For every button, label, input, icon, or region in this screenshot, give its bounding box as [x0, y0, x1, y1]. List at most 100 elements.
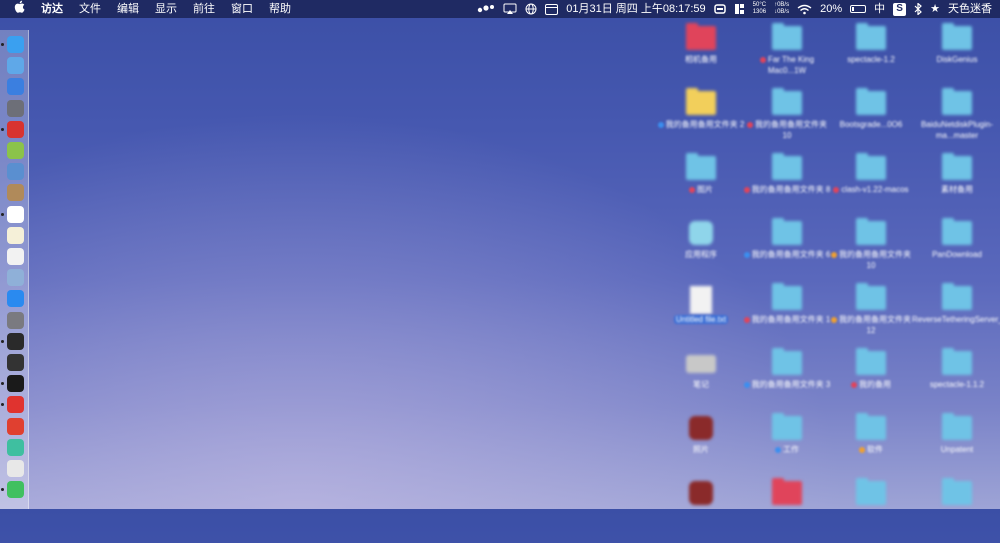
desktop-item[interactable]: 我的备用备用文件夹 10 [826, 218, 916, 283]
netease-music-icon[interactable] [7, 120, 24, 138]
star-icon[interactable]: ★ [930, 0, 940, 18]
user-name[interactable]: 天色迷香 [948, 0, 992, 18]
calendar-icon[interactable] [7, 205, 24, 223]
menu-edit[interactable]: 编辑 [117, 0, 139, 18]
desktop-item[interactable]: 软件 [826, 413, 916, 478]
desktop-item-text: 我的备用 [859, 380, 891, 389]
network-speed[interactable]: ↑0B/s ↓0B/s [774, 2, 789, 16]
running-indicator [1, 488, 4, 492]
folder-icon [686, 23, 716, 50]
desktop-item-text: spectacle-1.2 [847, 55, 895, 64]
menubar-app-icon[interactable] [734, 3, 745, 15]
apple-menu-icon[interactable] [14, 0, 25, 18]
preview-icon[interactable] [7, 163, 24, 181]
netease-cloud-icon[interactable] [7, 417, 24, 435]
desktop-item[interactable]: ReverseTetheringServer_1.2.0 [912, 283, 1000, 348]
compass-icon[interactable] [7, 78, 24, 96]
desktop-item[interactable]: 笔记 [656, 351, 746, 413]
desktop-item[interactable]: 工作 [742, 413, 832, 478]
desktop-item[interactable]: 我的备用备用文件夹 12 [826, 283, 916, 348]
terminal-dark-icon[interactable] [7, 354, 24, 371]
menu-view[interactable]: 显示 [155, 0, 177, 18]
battery-icon[interactable] [850, 5, 867, 13]
app-store-search-icon[interactable] [7, 269, 24, 287]
menu-file[interactable]: 文件 [79, 0, 101, 18]
battery-percent[interactable]: 20% [820, 0, 842, 18]
desktop-item-text: 我的备用备用文件夹 3 [751, 380, 831, 389]
desktop-item[interactable]: 我的备用备用文件夹 3 [742, 348, 832, 413]
tag-dot [743, 381, 750, 388]
menu-go[interactable]: 前往 [193, 0, 215, 18]
scissors-icon[interactable] [713, 3, 726, 15]
desktop-item-text: 我的备用备用文件夹 6 [751, 250, 831, 259]
desktop-item[interactable] [656, 481, 746, 543]
app-name-menu[interactable]: 访达 [41, 0, 63, 18]
desktop-item[interactable]: Bootsgrade...0O6 [826, 88, 916, 153]
desktop-item[interactable]: DiskGenius [912, 23, 1000, 88]
desktop-item[interactable]: Unpatent [912, 413, 1000, 478]
desktop-item[interactable]: Untitled file.txt [656, 286, 746, 348]
desktop-item[interactable]: 我的备用备用文件夹 1 [742, 283, 832, 348]
battery-fill [852, 7, 855, 11]
tag-dot [657, 121, 664, 128]
input-method-icon[interactable]: 中 [874, 0, 885, 18]
wifi-icon[interactable] [797, 4, 812, 15]
desktop-item-label: 我的备用备用文件夹 2 [656, 119, 746, 130]
app-store-icon[interactable] [7, 290, 24, 308]
notes-book-icon[interactable] [7, 184, 24, 202]
desktop-item[interactable]: 应用程序 [656, 221, 746, 283]
rocket-icon[interactable] [7, 99, 24, 117]
desktop-item[interactable]: 素材备用 [912, 153, 1000, 218]
tag-dot [747, 121, 753, 128]
calendar-menu-icon[interactable] [545, 3, 559, 15]
desktop-item[interactable]: 我的备用备用文件夹 8 [742, 153, 832, 218]
textedit-icon[interactable] [7, 248, 24, 265]
datetime-clock[interactable]: 01月31日 周四 上午08:17:59 [566, 0, 705, 18]
desktop-item[interactable] [826, 478, 916, 543]
desktop-item[interactable]: spectacle-1.1.2 [912, 348, 1000, 413]
desktop-item[interactable]: BaiduNetdiskPlugin-ma...master [912, 88, 1000, 153]
finder-icon[interactable] [7, 36, 24, 53]
desktop-item[interactable]: 我的备用备用文件夹 2 [656, 88, 746, 153]
bluetooth-icon[interactable] [914, 3, 923, 15]
folder-icon [942, 153, 972, 180]
yandex-browser-icon[interactable] [7, 460, 24, 477]
running-indicator [1, 403, 4, 407]
tag-dot [743, 186, 750, 193]
tag-dot [831, 251, 837, 258]
desktop-item-label: DiskGenius [912, 54, 1000, 65]
desktop-item[interactable] [742, 478, 832, 543]
desktop-item[interactable]: 图片 [656, 153, 746, 218]
wechat-icon[interactable] [7, 481, 24, 499]
desktop-item[interactable] [912, 478, 1000, 543]
dots-status-icon[interactable] [477, 4, 495, 14]
system-preferences-icon[interactable] [7, 311, 24, 329]
menu-window[interactable]: 窗口 [231, 0, 253, 18]
desktop-item[interactable]: 我的备用备用文件夹 10 [742, 88, 832, 153]
desktop-item[interactable]: spectacle-1.2 [826, 23, 916, 88]
folder-icon [942, 348, 972, 375]
desktop-item[interactable]: PanDownload [912, 218, 1000, 283]
terminal-icon[interactable] [7, 375, 24, 393]
sync-icon[interactable] [7, 438, 24, 456]
menu-help[interactable]: 帮助 [269, 0, 291, 18]
globe-icon[interactable] [525, 3, 537, 15]
desktop-item-label: 应用程序 [656, 249, 746, 260]
running-indicator [1, 339, 4, 343]
cpu-temp-fan[interactable]: 50°C 1306 [753, 2, 766, 16]
desktop-item[interactable]: clash-v1.22-macos [826, 153, 916, 218]
safari-icon[interactable] [7, 57, 24, 75]
desktop-item[interactable]: 相机备用 [656, 23, 746, 88]
android-icon[interactable] [7, 142, 24, 159]
notes-icon[interactable] [7, 226, 24, 244]
desktop-item[interactable]: 照片 [656, 416, 746, 478]
desktop-item[interactable]: 我的备用备用文件夹 6 [742, 218, 832, 283]
folder-icon [772, 283, 802, 310]
airplay-icon[interactable] [503, 3, 517, 15]
sogou-input-icon[interactable]: S [893, 2, 907, 16]
activity-monitor-icon[interactable] [7, 332, 24, 350]
folder-icon [686, 153, 716, 180]
desktop-item[interactable]: Far The King Mac0...1W [742, 23, 832, 88]
vivaldi-icon[interactable] [7, 396, 24, 414]
desktop-item[interactable]: 我的备用 [826, 348, 916, 413]
